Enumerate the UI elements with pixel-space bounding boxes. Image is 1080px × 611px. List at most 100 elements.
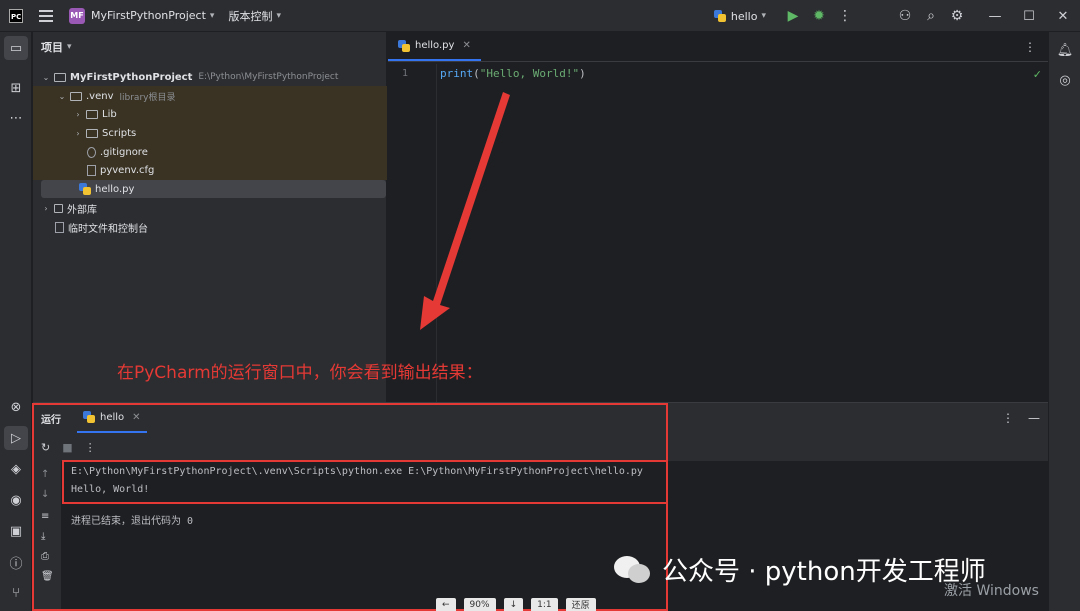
run-config-label: hello	[730, 9, 758, 23]
more-tools-icon[interactable]: ⋯	[4, 106, 28, 130]
project-panel-title: 项目	[41, 41, 63, 54]
run-configuration-select[interactable]: hello ▾	[713, 9, 766, 23]
code-paren-open: (	[473, 67, 480, 80]
terminal-icon[interactable]: ▣	[4, 519, 28, 543]
title-bar: PC MF MyFirstPythonProject ▾ 版本控制 ▾ hell…	[0, 0, 1080, 32]
chevron-down-icon: ▾	[276, 10, 281, 21]
tree-item-label: 临时文件和控制台	[68, 223, 148, 235]
project-badge[interactable]: MF	[69, 7, 85, 24]
code-paren-close: )	[579, 67, 586, 80]
project-folder-icon[interactable]: ▭	[4, 36, 28, 60]
left-tool-stripe: ▭ ⊞ ⋯ ⊗ ▷ ◈ ◉ ▣ ⓘ ⑂	[0, 32, 32, 611]
python-file-icon	[398, 39, 410, 52]
folder-icon	[86, 109, 98, 119]
viewer-restore-button[interactable]: 还原	[565, 598, 596, 611]
chevron-down-icon: ▾	[209, 10, 215, 21]
chevron-right-icon: ›	[44, 203, 48, 213]
line-number: 1	[402, 68, 409, 79]
chevron-down-icon: ⌄	[58, 91, 66, 101]
hide-panel-icon[interactable]: —	[1028, 411, 1040, 425]
folder-icon	[54, 72, 66, 82]
editor-tab-bar: hello.py ✕ ⋮	[388, 32, 1048, 62]
tree-item-label: Lib	[102, 108, 117, 120]
highlight-box-run-window	[32, 403, 668, 611]
annotation-text: 在PyCharm的运行窗口中，你会看到输出结果：	[117, 363, 483, 383]
structure-icon[interactable]: ⊞	[4, 76, 28, 100]
viewer-prev-button[interactable]: ←	[436, 598, 456, 611]
vcs-menu[interactable]: 版本控制 ▾	[228, 8, 281, 24]
tree-item-venv[interactable]: ⌄ .venv library根目录	[33, 87, 387, 105]
folder-icon	[70, 91, 82, 101]
main-menu-icon[interactable]	[39, 9, 53, 22]
vcs-label: 版本控制	[228, 9, 273, 23]
code-string: "Hello, World!"	[479, 67, 580, 80]
code-function: print	[440, 67, 474, 80]
inspection-ok-icon[interactable]: ✓	[1033, 68, 1042, 81]
viewer-zoom-level[interactable]: 90%	[463, 598, 496, 611]
tree-item-external-libraries[interactable]: › 外部库	[33, 199, 387, 217]
project-switcher[interactable]: MyFirstPythonProject ▾	[91, 9, 214, 22]
ai-assistant-icon[interactable]: ◎	[1053, 68, 1077, 92]
tree-item-label: 外部库	[67, 204, 97, 216]
more-actions-icon[interactable]: ⋮	[1002, 411, 1014, 425]
problems-icon[interactable]: ⓘ	[4, 550, 28, 574]
tree-item-hello-py[interactable]: hello.py	[41, 180, 386, 198]
tree-item-label: hello.py	[95, 183, 135, 195]
watermark-text: 公众号 · python开发工程师	[662, 556, 986, 587]
more-actions-icon[interactable]: ⋮	[1024, 40, 1036, 54]
python-file-icon	[713, 10, 726, 22]
tree-item-pyvenv[interactable]: pyvenv.cfg	[33, 161, 387, 179]
chevron-right-icon: ›	[76, 109, 80, 119]
wechat-logo-icon	[612, 552, 652, 586]
services-icon[interactable]: ◉	[4, 488, 28, 512]
viewer-actual-size-button[interactable]: 1:1	[531, 598, 558, 611]
add-user-icon[interactable]: ⚇	[892, 8, 918, 24]
tree-item-project-root[interactable]: ⌄ MyFirstPythonProject E:\Python\MyFirst…	[33, 68, 387, 86]
tree-venv-hint: library根目录	[119, 92, 176, 103]
run-icon[interactable]: ▶	[780, 8, 806, 24]
annotation-arrow	[420, 92, 510, 330]
highlight-box-output	[62, 460, 668, 504]
chevron-down-icon: ▾	[761, 11, 766, 21]
tree-item-scratches[interactable]: 临时文件和控制台	[33, 218, 387, 236]
chevron-down-icon: ▾	[67, 42, 72, 52]
python-packages-icon[interactable]: ⊗	[4, 395, 28, 419]
close-window-button[interactable]: ✕	[1046, 9, 1080, 24]
tree-item-lib[interactable]: › Lib	[33, 105, 387, 123]
tree-root-path: E:\Python\MyFirstPythonProject	[198, 72, 339, 82]
code-line[interactable]: print("Hello, World!")	[440, 67, 586, 80]
settings-gear-icon[interactable]: ⚙	[944, 8, 970, 24]
chevron-right-icon: ›	[76, 128, 80, 138]
editor-tab-label: hello.py	[415, 40, 455, 51]
project-name: MyFirstPythonProject	[91, 9, 206, 22]
library-icon	[54, 203, 63, 213]
more-actions-icon[interactable]: ⋮	[832, 8, 858, 24]
python-file-icon	[79, 183, 91, 195]
tree-item-scripts[interactable]: › Scripts	[33, 124, 387, 142]
tree-item-gitignore[interactable]: .gitignore	[33, 143, 387, 161]
viewer-down-button[interactable]: ↓	[503, 598, 524, 611]
git-icon[interactable]: ⑂	[4, 581, 28, 605]
search-icon[interactable]: ⌕	[918, 8, 944, 24]
scratch-file-icon	[55, 221, 64, 233]
folder-icon	[86, 128, 98, 138]
layers-icon[interactable]: ◈	[4, 457, 28, 481]
image-viewer-toolbar: ← 90% ↓ 1:1 还原	[436, 598, 596, 611]
tree-item-label: .gitignore	[100, 146, 148, 158]
config-file-icon	[87, 164, 96, 176]
chevron-down-icon: ⌄	[42, 72, 50, 82]
ignore-file-icon	[87, 146, 96, 158]
activate-windows-notice: 激活 Windows	[944, 583, 1039, 599]
tree-item-label: pyvenv.cfg	[100, 164, 155, 176]
notifications-bell-icon[interactable]: 🔔︎	[1053, 38, 1077, 62]
tree-item-label: Scripts	[102, 127, 137, 139]
minimize-button[interactable]: —	[978, 9, 1012, 24]
close-icon[interactable]: ✕	[462, 40, 470, 51]
project-panel: 项目 ▾ ⌄ MyFirstPythonProject E:\Python\My…	[33, 32, 387, 402]
run-tool-icon[interactable]: ▷	[4, 426, 28, 450]
debug-icon[interactable]: ✹	[806, 8, 832, 24]
editor-tab-hello-py[interactable]: hello.py ✕	[388, 32, 481, 61]
project-panel-header[interactable]: 项目 ▾	[33, 32, 386, 62]
maximize-button[interactable]: ☐	[1012, 9, 1046, 24]
tree-root-name: MyFirstPythonProject	[70, 71, 193, 83]
